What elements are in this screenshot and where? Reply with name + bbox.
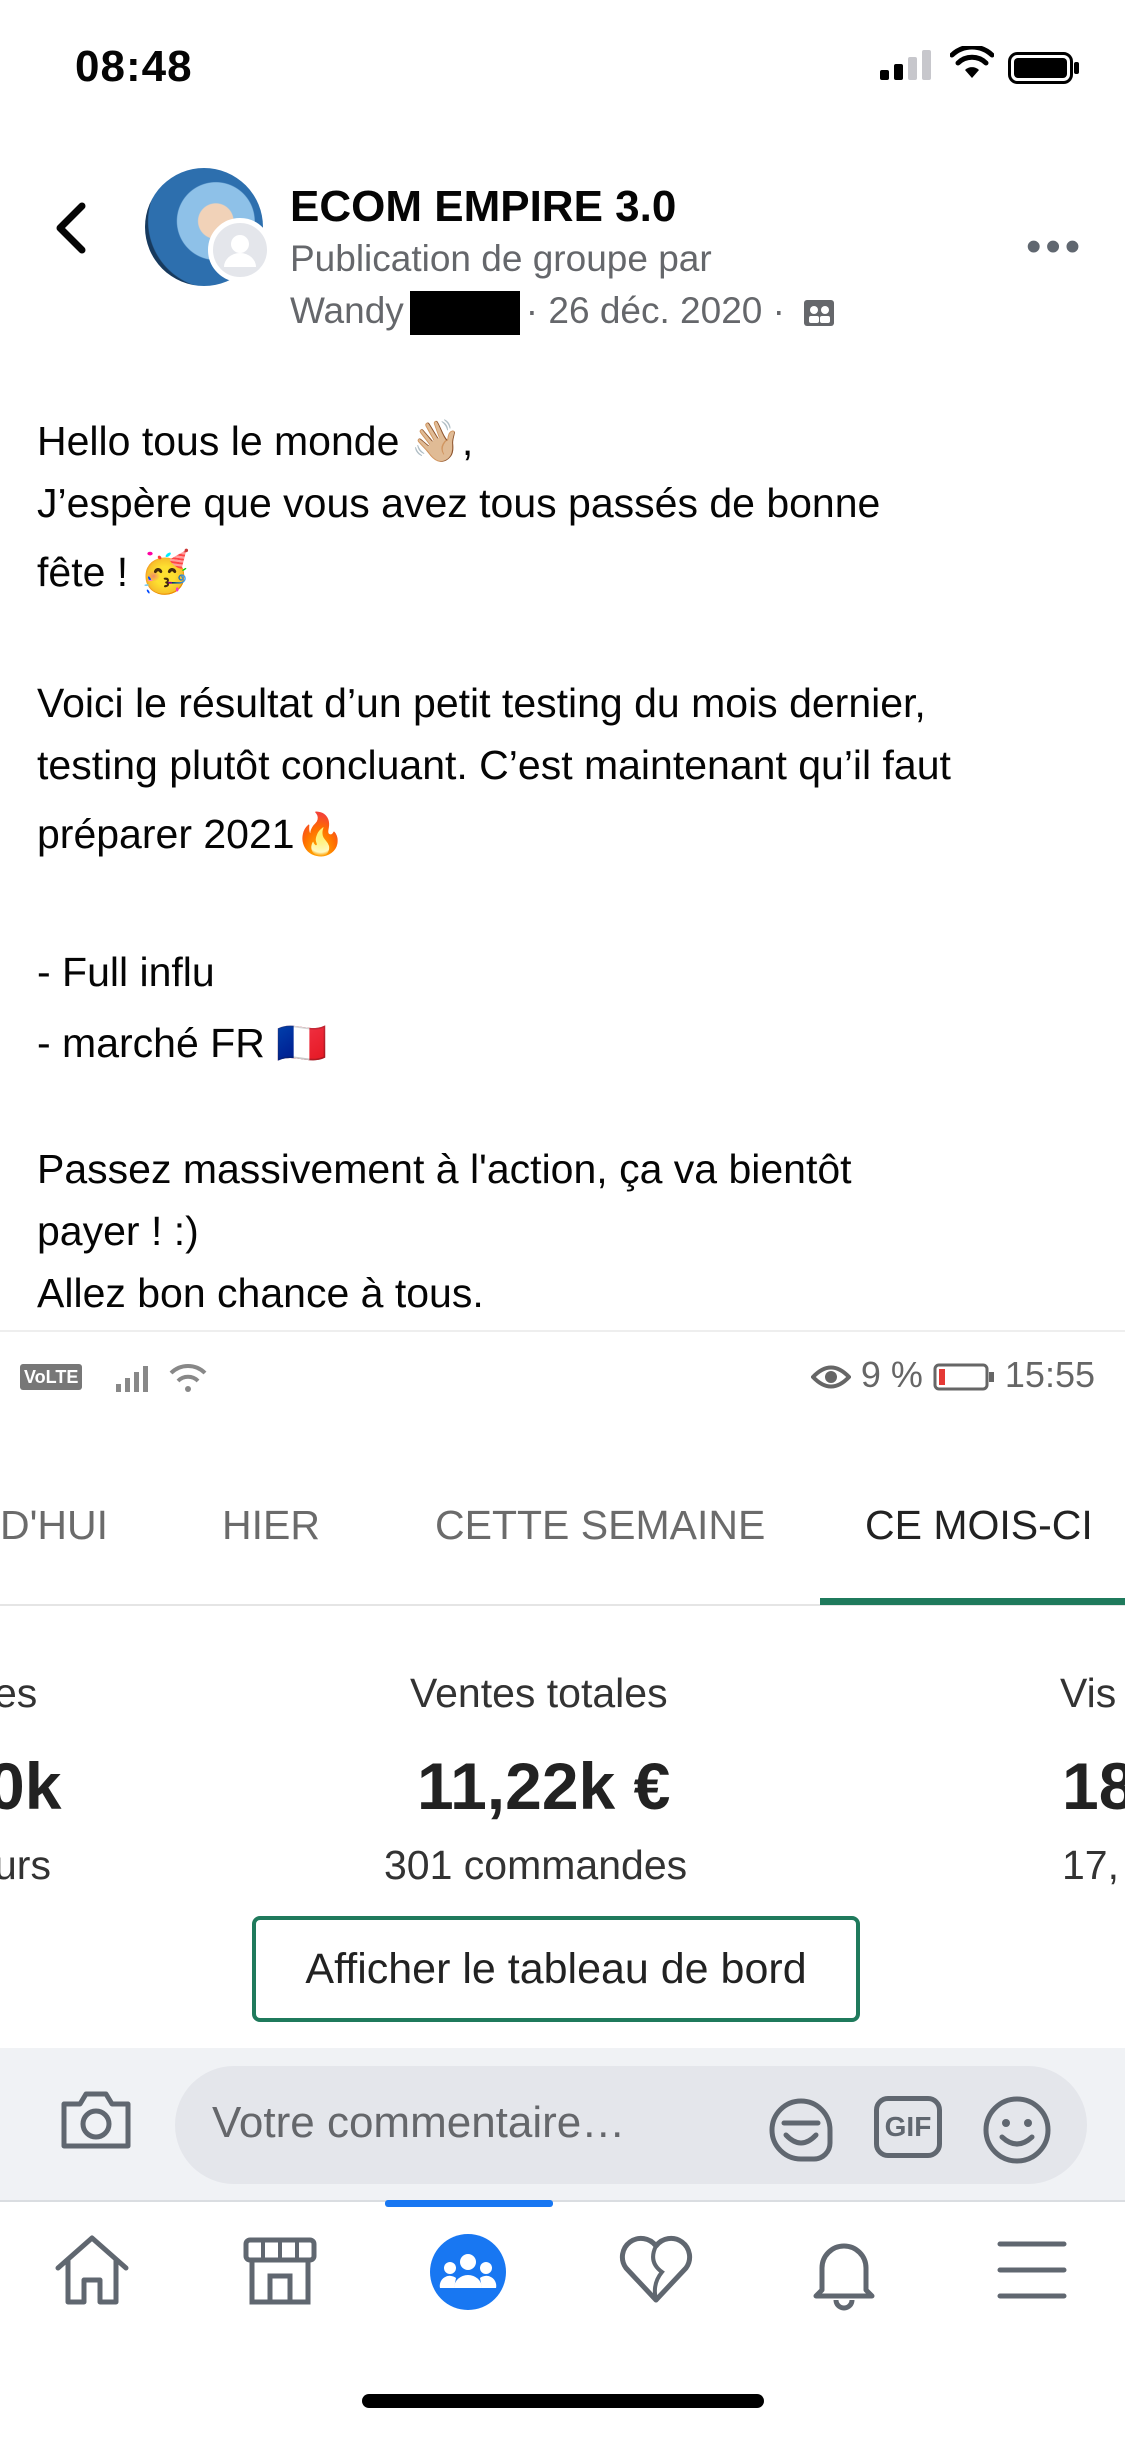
author-avatar[interactable]	[208, 218, 272, 282]
metric-center-value: 11,22k €	[417, 1749, 671, 1823]
metric-center-sub: 301 commandes	[384, 1842, 688, 1888]
post-line: Voici le résultat d’un petit testing du …	[37, 680, 926, 726]
post-line: - marché FR 🇫🇷	[37, 1020, 328, 1066]
tab-this-week[interactable]: CETTE SEMAINE	[435, 1502, 765, 1549]
more-options-icon[interactable]: •••	[1026, 222, 1084, 272]
camera-icon[interactable]	[58, 2088, 134, 2152]
post-date[interactable]: · 26 déc. 2020 ·	[526, 290, 785, 331]
metric-right-value: 18	[1062, 1749, 1125, 1823]
post-line: préparer 2021🔥	[37, 811, 346, 857]
home-indicator	[362, 2394, 764, 2408]
embed-signal-icon	[116, 1365, 149, 1392]
post-line: Passez massivement à l'action, ça va bie…	[37, 1146, 852, 1192]
embed-wifi-icon	[169, 1363, 207, 1392]
groups-icon[interactable]	[428, 2232, 508, 2312]
embed-battery-icon	[933, 1363, 994, 1391]
post-line: - Full influ	[37, 949, 215, 995]
metric-center-label: Ventes totales	[410, 1670, 668, 1716]
post-text: Hello tous le monde 👋🏼, J’espère que vou…	[37, 410, 1097, 1324]
menu-icon[interactable]	[992, 2232, 1072, 2308]
person-icon	[224, 235, 256, 267]
post-line: J’espère que vous avez tous passés de bo…	[37, 480, 881, 526]
tab-today[interactable]: D'HUI	[0, 1502, 108, 1549]
tab-this-month[interactable]: CE MOIS-CI	[865, 1502, 1093, 1549]
redaction-box	[409, 291, 520, 336]
post-image-screenshot[interactable]: VoLTE 9 % 15:55 D'HUI HIER CETTE SEMAINE…	[0, 1330, 1125, 2047]
embed-status-right: 9 % 15:55	[810, 1354, 1095, 1396]
battery-icon	[1008, 52, 1079, 84]
post-line: testing plutôt concluant. C’est maintena…	[37, 742, 951, 788]
post-subtitle: Publication de groupe par	[290, 238, 712, 279]
metric-left-sub: urs	[0, 1842, 51, 1888]
metric-right-label: Vis	[1060, 1670, 1117, 1716]
gif-icon[interactable]: GIF	[874, 2096, 942, 2158]
tab-active-indicator	[820, 1598, 1125, 1605]
group-privacy-icon	[804, 300, 835, 327]
comment-placeholder: Votre commentaire…	[212, 2098, 626, 2147]
sticker-icon[interactable]	[764, 2093, 838, 2167]
metric-left-value: 0k	[0, 1749, 62, 1823]
embed-status-left: VoLTE	[20, 1360, 208, 1393]
post-line: fête ! 🥳	[37, 549, 191, 595]
post-line: Allez bon chance à tous.	[37, 1270, 484, 1316]
wifi-icon	[950, 46, 994, 78]
dashboard-button[interactable]: Afficher le tableau de bord	[252, 1916, 860, 2022]
post-line: payer ! :)	[37, 1208, 199, 1254]
status-time: 08:48	[75, 42, 193, 91]
cell-signal-icon	[880, 50, 931, 80]
author-line: Wandy · 26 déc. 2020 ·	[290, 290, 837, 336]
dating-icon[interactable]	[616, 2232, 696, 2308]
tab-yesterday[interactable]: HIER	[222, 1502, 320, 1549]
volte-badge: VoLTE	[20, 1364, 83, 1391]
eye-icon	[810, 1366, 852, 1389]
author-name[interactable]: Wandy	[290, 290, 404, 331]
metric-left-label: es	[0, 1670, 38, 1716]
nav-active-indicator	[385, 2200, 553, 2207]
metric-right-sub: 17,	[1062, 1842, 1119, 1888]
marketplace-icon[interactable]	[240, 2232, 320, 2308]
home-icon[interactable]	[52, 2232, 132, 2308]
back-icon[interactable]	[50, 200, 90, 256]
post-line: Hello tous le monde 👋🏼,	[37, 418, 474, 464]
bell-icon[interactable]	[804, 2232, 884, 2312]
embed-time: 15:55	[1004, 1354, 1095, 1395]
embed-battery-percent: 9 %	[860, 1354, 923, 1395]
group-name[interactable]: ECOM EMPIRE 3.0	[290, 182, 676, 232]
gif-label: GIF	[884, 2111, 932, 2142]
emoji-icon[interactable]	[980, 2093, 1054, 2167]
